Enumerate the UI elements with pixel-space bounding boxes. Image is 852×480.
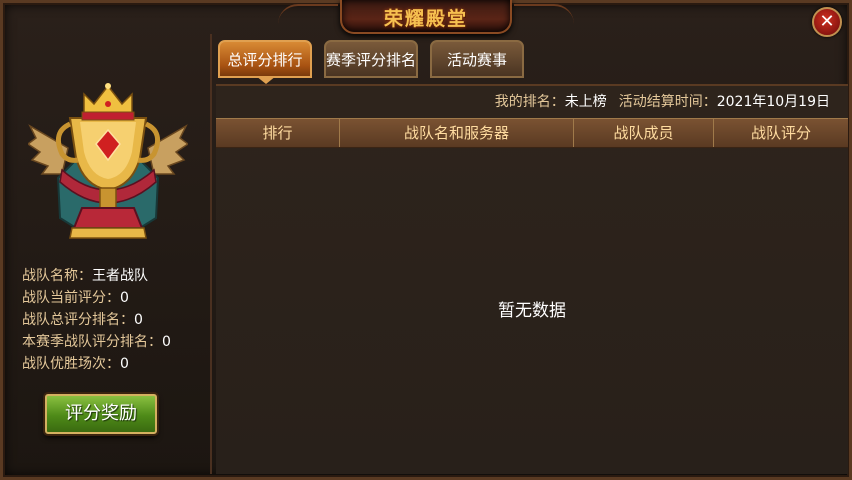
team-score-value: 0 — [120, 290, 129, 306]
team-season-rank-row: 本赛季战队评分排名：0 — [22, 331, 171, 353]
my-rank-label: 我的排名： — [494, 94, 565, 110]
my-rank-value: 未上榜 — [564, 94, 607, 110]
team-total-rank-value: 0 — [134, 312, 143, 328]
team-name-value: 王者战队 — [92, 268, 148, 284]
score-reward-button[interactable]: 评分奖励 — [45, 394, 157, 434]
team-season-rank-label: 本赛季战队评分排名： — [22, 334, 162, 350]
tab-events[interactable]: 活动赛事 — [430, 40, 524, 78]
team-info-panel: 战队名称：王者战队 战队当前评分：0 战队总评分排名：0 本赛季战队评分排名：0… — [8, 34, 212, 474]
ranking-table-header: 排行 战队名和服务器 战队成员 战队评分 — [216, 118, 848, 148]
title-banner: 荣耀殿堂 — [278, 0, 574, 34]
column-members: 战队成员 — [574, 119, 714, 147]
team-name-row: 战队名称：王者战队 — [22, 265, 171, 287]
column-rank: 排行 — [216, 119, 340, 147]
team-season-rank-value: 0 — [162, 334, 171, 350]
tab-season-ranking[interactable]: 赛季评分排名 — [324, 40, 418, 78]
team-wins-row: 战队优胜场次：0 — [22, 353, 171, 375]
empty-state-text: 暂无数据 — [498, 301, 566, 321]
team-total-rank-label: 战队总评分排名： — [22, 312, 134, 328]
end-time-label: 活动结算时间： — [618, 94, 717, 110]
tab-total-ranking[interactable]: 总评分排行 — [218, 40, 312, 84]
team-name-label: 战队名称： — [22, 268, 92, 284]
team-info-list: 战队名称：王者战队 战队当前评分：0 战队总评分排名：0 本赛季战队评分排名：0… — [22, 265, 171, 375]
team-score-label: 战队当前评分： — [22, 290, 120, 306]
my-rank-line: 我的排名：未上榜 活动结算时间：2021年10月19日 — [495, 91, 830, 111]
end-time-value: 2021年10月19日 — [716, 94, 830, 110]
team-score-row: 战队当前评分：0 — [22, 287, 171, 309]
column-team-server: 战队名和服务器 — [340, 119, 574, 147]
close-button[interactable]: ✕ — [812, 7, 842, 37]
ranking-panel: 我的排名：未上榜 活动结算时间：2021年10月19日 排行 战队名和服务器 战队… — [216, 84, 848, 474]
team-wins-value: 0 — [120, 356, 129, 372]
close-icon: ✕ — [819, 11, 835, 32]
trophy-crown-wings-icon — [28, 83, 188, 239]
column-team-score: 战队评分 — [750, 124, 811, 142]
team-wins-label: 战队优胜场次： — [22, 356, 120, 372]
page-title: 荣耀殿堂 — [383, 8, 468, 30]
team-total-rank-row: 战队总评分排名：0 — [22, 309, 171, 331]
